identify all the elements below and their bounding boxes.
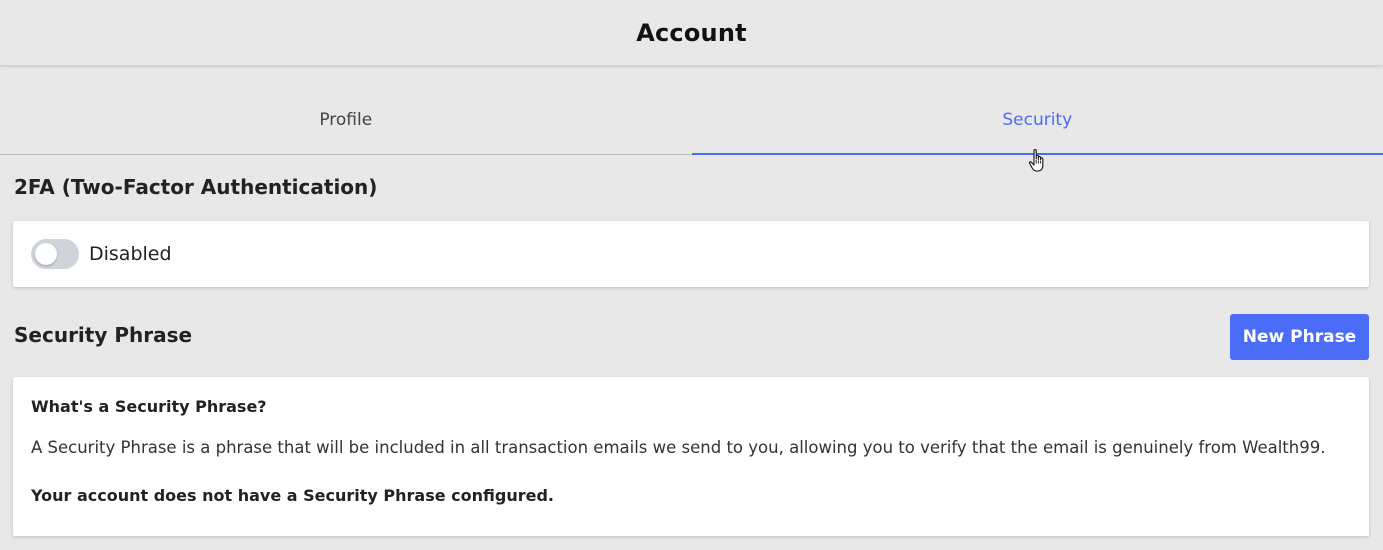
security-phrase-description: A Security Phrase is a phrase that will … bbox=[31, 438, 1326, 457]
tab-profile-label: Profile bbox=[319, 110, 373, 130]
security-phrase-title: Security Phrase bbox=[14, 323, 193, 347]
tab-security[interactable]: Security bbox=[691, 88, 1383, 155]
security-phrase-status: Your account does not have a Security Ph… bbox=[31, 486, 554, 506]
page-title: Account bbox=[636, 18, 747, 47]
new-phrase-button[interactable]: New Phrase bbox=[1230, 314, 1369, 360]
security-phrase-card: What's a Security Phrase? A Security Phr… bbox=[13, 377, 1369, 536]
account-tabs: Profile Security bbox=[0, 88, 1383, 155]
twofa-toggle[interactable] bbox=[31, 239, 79, 269]
twofa-card: Disabled bbox=[13, 221, 1369, 287]
security-phrase-heading: What's a Security Phrase? bbox=[31, 397, 267, 416]
tab-profile[interactable]: Profile bbox=[0, 88, 692, 154]
hand-pointer-icon bbox=[1028, 149, 1044, 172]
toggle-knob bbox=[35, 243, 57, 265]
app-header: Account bbox=[0, 0, 1383, 66]
tab-security-label: Security bbox=[1002, 110, 1073, 130]
twofa-section-title: 2FA (Two-Factor Authentication) bbox=[14, 175, 378, 199]
twofa-status-label: Disabled bbox=[89, 243, 172, 265]
